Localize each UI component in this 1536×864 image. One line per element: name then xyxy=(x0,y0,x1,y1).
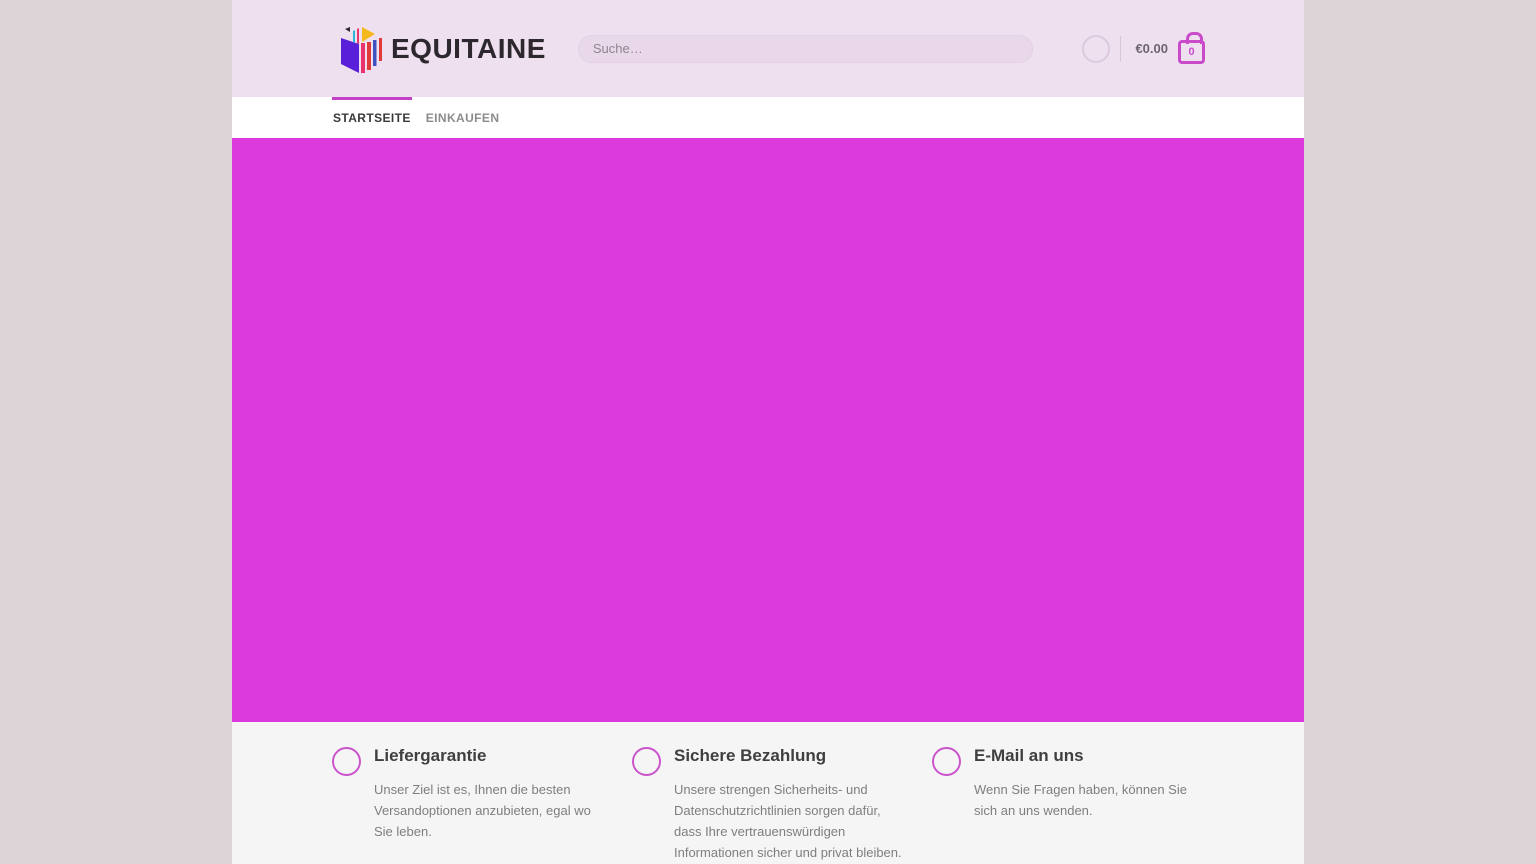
account-icon[interactable] xyxy=(1082,35,1110,63)
cart-total: €0.00 xyxy=(1135,41,1168,56)
feature-email-an-uns: E-Mail an uns Wenn Sie Fragen haben, kön… xyxy=(932,746,1232,863)
feature-title: E-Mail an uns xyxy=(974,746,1206,766)
primary-nav: STARTSEITE EINKAUFEN xyxy=(232,97,1304,138)
page: EQUITAINE €0.00 0 STARTSEITE EINKAUFEN xyxy=(232,0,1304,864)
feature-text: Unser Ziel ist es, Ihnen die besten Vers… xyxy=(374,779,606,842)
features-section: Liefergarantie Unser Ziel ist es, Ihnen … xyxy=(232,722,1304,864)
feature-text: Unsere strengen Sicherheits- und Datensc… xyxy=(674,779,906,863)
cart-count-badge: 0 xyxy=(1188,46,1194,58)
email-circle-icon xyxy=(932,747,961,776)
header-divider xyxy=(1120,36,1121,62)
hero-banner xyxy=(232,138,1304,722)
search-input[interactable] xyxy=(578,35,1033,63)
brand-logo-text: EQUITAINE xyxy=(391,33,546,65)
feature-liefergarantie: Liefergarantie Unser Ziel ist es, Ihnen … xyxy=(332,746,632,863)
feature-text: Wenn Sie Fragen haben, können Sie sich a… xyxy=(974,779,1206,821)
cart-link[interactable]: €0.00 0 xyxy=(1135,33,1205,64)
search-form xyxy=(578,35,1033,63)
site-header: EQUITAINE €0.00 0 xyxy=(232,0,1304,97)
brand-logo-icon xyxy=(338,23,384,75)
cart-bag-icon: 0 xyxy=(1178,40,1205,64)
nav-item-startseite[interactable]: STARTSEITE xyxy=(332,97,412,138)
header-right: €0.00 0 xyxy=(1082,33,1205,64)
feature-title: Liefergarantie xyxy=(374,746,606,766)
secure-payment-circle-icon xyxy=(632,747,661,776)
brand-logo[interactable]: EQUITAINE xyxy=(338,23,546,75)
nav-item-einkaufen[interactable]: EINKAUFEN xyxy=(425,97,501,138)
delivery-circle-icon xyxy=(332,747,361,776)
feature-title: Sichere Bezahlung xyxy=(674,746,906,766)
feature-sichere-bezahlung: Sichere Bezahlung Unsere strengen Sicher… xyxy=(632,746,932,863)
